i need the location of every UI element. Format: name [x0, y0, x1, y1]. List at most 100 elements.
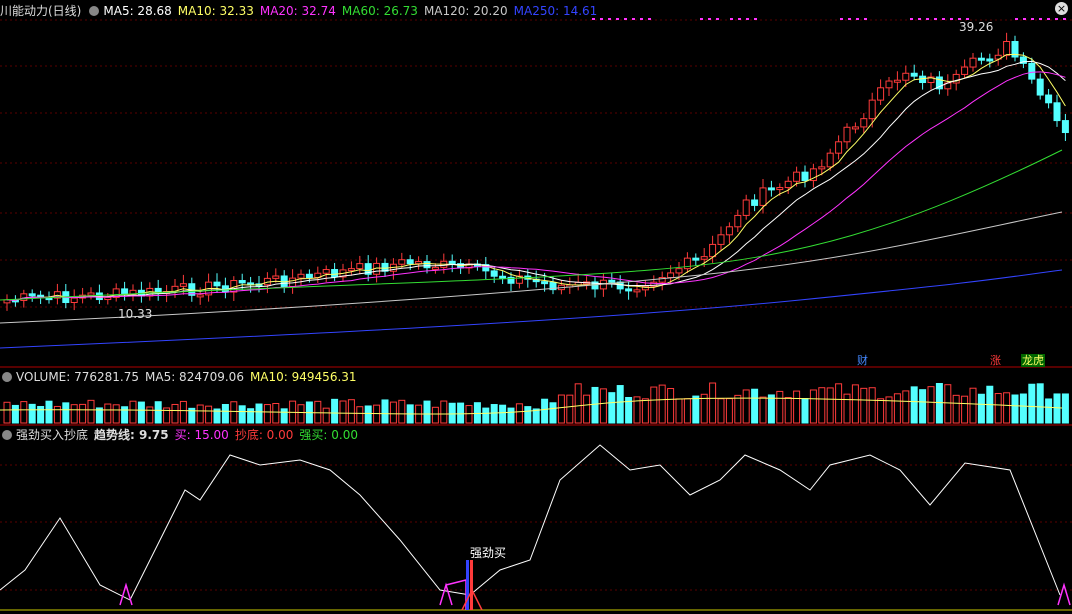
volume-bar — [171, 403, 179, 424]
candle-body — [490, 270, 498, 277]
candle-body — [961, 66, 969, 75]
signal-dot — [910, 18, 913, 20]
volume-bar — [952, 394, 960, 424]
volume-bar — [129, 400, 137, 424]
ma10-line — [6, 60, 1066, 301]
signal-dot — [840, 18, 843, 20]
volume-bar — [801, 398, 809, 424]
candle-body — [675, 268, 683, 274]
buy-marker — [439, 582, 453, 606]
volume-bar — [1019, 393, 1027, 424]
candle-body — [709, 243, 717, 258]
candle-body — [448, 260, 456, 265]
volume-bar — [767, 394, 775, 424]
candle-body — [70, 297, 78, 304]
candle-body — [541, 281, 549, 285]
volume-bar — [79, 403, 87, 424]
candle-body — [843, 126, 851, 143]
signal-dot — [700, 18, 703, 20]
volume-bar — [431, 406, 439, 424]
ma120-line — [0, 211, 1063, 324]
candle-body — [415, 261, 423, 265]
candle-body — [725, 226, 733, 236]
volume-bar — [877, 398, 885, 424]
candle-body — [87, 292, 95, 296]
volume-bar — [667, 388, 675, 424]
volume-bar — [717, 398, 725, 424]
candle-body — [734, 214, 742, 228]
volume-bar — [835, 383, 843, 424]
dragon-tiger-badge[interactable]: 龙虎 — [1021, 354, 1045, 367]
signal-dot — [592, 18, 595, 20]
volume-bar — [675, 398, 683, 424]
volume-bar — [221, 403, 229, 424]
volume-bar — [280, 408, 288, 424]
candle-body — [767, 187, 775, 191]
volume-bar — [910, 386, 918, 424]
candle-body — [104, 296, 112, 301]
volume-bar — [1061, 393, 1069, 424]
volume-bar — [507, 407, 515, 424]
volume-bar — [1053, 393, 1061, 424]
candle-body — [238, 280, 246, 284]
candle-body — [893, 79, 901, 83]
volume-bar — [389, 401, 397, 424]
signal-dot — [600, 18, 603, 20]
volume-bar — [62, 402, 70, 424]
candle-body — [835, 141, 843, 154]
volume-bar — [3, 401, 11, 424]
volume-bar — [919, 389, 927, 424]
signal-dot — [950, 18, 953, 20]
volume-bar — [465, 405, 473, 424]
volume-bar — [255, 403, 263, 424]
signal-dot — [1015, 18, 1018, 20]
candle-body — [851, 126, 859, 130]
candle-body — [406, 259, 414, 265]
volume-bar — [339, 400, 347, 424]
volume-bar — [524, 406, 532, 424]
candle-body — [885, 80, 893, 89]
volume-bar — [725, 398, 733, 424]
signal-dot — [934, 18, 937, 20]
volume-bar — [347, 399, 355, 424]
low-price-label: 10.33 — [118, 307, 153, 321]
signal-dot — [616, 18, 619, 20]
volume-bar — [709, 382, 717, 424]
candle-body — [784, 180, 792, 189]
candle-body — [801, 171, 809, 182]
volume-bar — [616, 385, 624, 424]
signal-dot — [1023, 18, 1026, 20]
volume-bar — [53, 405, 61, 424]
candle-body — [667, 272, 675, 279]
volume-bar — [549, 402, 557, 424]
finance-badge[interactable]: 财 — [856, 354, 869, 367]
volume-bar — [112, 404, 120, 424]
volume-bar — [574, 383, 582, 424]
volume-bar — [247, 408, 255, 424]
volume-bar — [1045, 398, 1053, 424]
candle-body — [347, 268, 355, 272]
volume-bar — [650, 386, 658, 424]
candle-body — [1061, 120, 1069, 134]
volume-bar — [784, 397, 792, 424]
candle-body — [1028, 62, 1036, 80]
stock-chart[interactable] — [0, 0, 1072, 614]
volume-bar — [994, 393, 1002, 424]
candle-body — [322, 269, 330, 274]
volume-bar — [902, 390, 910, 424]
volume-bar — [11, 404, 19, 424]
candle-body — [700, 256, 708, 260]
high-price-label: 39.26 — [959, 20, 994, 34]
signal-dot — [738, 18, 741, 20]
volume-bar — [683, 398, 691, 424]
rise-badge[interactable]: 涨 — [989, 354, 1002, 367]
signal-dot — [708, 18, 711, 20]
candle-body — [818, 166, 826, 170]
volume-bar — [230, 401, 238, 424]
candle-body — [633, 289, 641, 293]
volume-bar — [398, 399, 406, 424]
volume-bar — [440, 400, 448, 424]
volume-bar — [37, 405, 45, 424]
volume-bar — [977, 393, 985, 424]
candle-body — [499, 275, 507, 279]
